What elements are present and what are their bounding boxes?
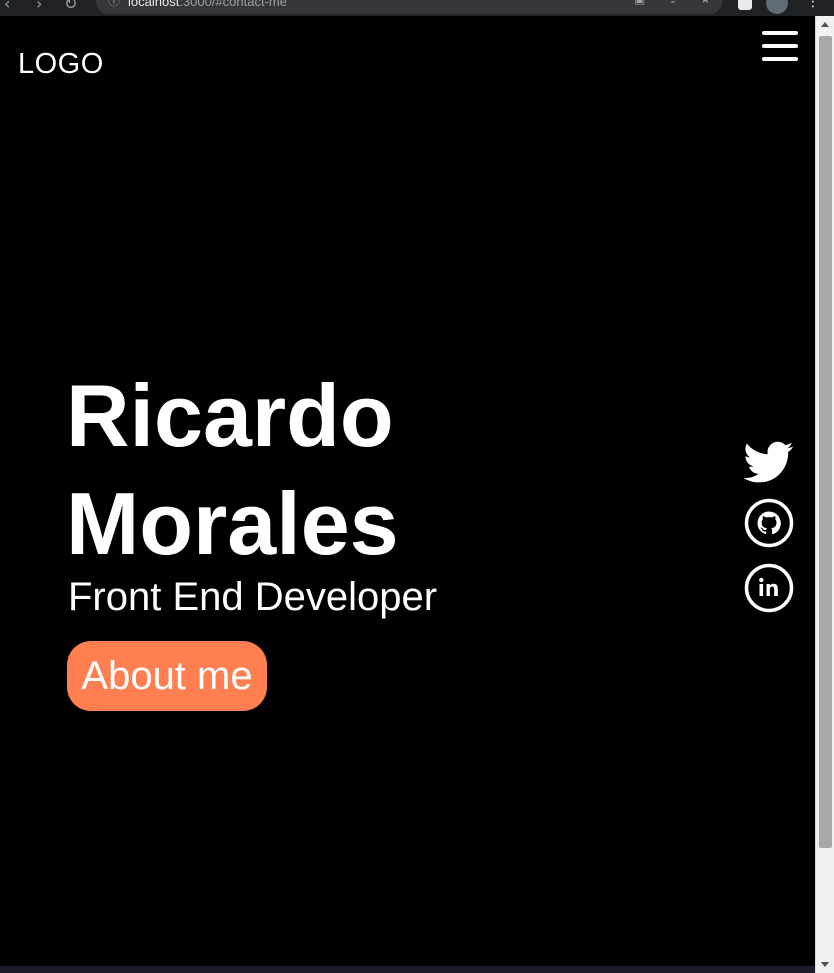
linkedin-icon[interactable] [744,563,794,613]
extension-icon[interactable] [738,0,752,10]
scroll-up-arrow-icon[interactable] [821,22,829,27]
translate-icon[interactable]: ▣ [634,0,645,6]
hamburger-menu-icon[interactable] [762,31,798,63]
url-path: :3000/#contact-me [179,0,287,9]
url-host: localhost [128,0,180,9]
page: ‹ › ↻ ⓘ localhost:3000/#contact-me ▣ ⇪ ★… [0,0,834,973]
browser-toolbar: ‹ › ↻ ⓘ localhost:3000/#contact-me ▣ ⇪ ★… [0,0,834,16]
twitter-icon[interactable] [744,437,794,487]
menu-bar-bottom [762,57,798,61]
back-icon[interactable]: ‹ [4,0,10,13]
hero-name: Ricardo Morales [66,362,586,578]
hero-role: Front End Developer [68,575,438,619]
profile-avatar[interactable] [766,0,788,14]
scroll-down-arrow-icon[interactable] [821,962,829,967]
menu-bar-middle [762,44,798,48]
about-me-button[interactable]: About me [67,641,267,711]
site-info-icon[interactable]: ⓘ [108,0,120,9]
hero-name-first: Ricardo [66,366,394,465]
github-icon[interactable] [744,498,794,548]
forward-icon[interactable]: › [36,0,42,13]
scrollbar-thumb[interactable] [819,36,832,848]
url-text: localhost:3000/#contact-me [128,0,287,9]
site-logo[interactable]: LOGO [18,48,104,81]
menu-bar-top [762,31,798,35]
bookmark-star-icon[interactable]: ★ [700,0,711,6]
address-bar[interactable]: ⓘ localhost:3000/#contact-me ▣ ⇪ ★ [96,0,722,14]
share-icon[interactable]: ⇪ [668,0,678,6]
reload-icon[interactable]: ↻ [64,0,77,13]
browser-menu-icon[interactable]: ⋮ [806,0,820,10]
page-scrollbar[interactable] [815,16,834,973]
hero-name-last: Morales [66,474,399,573]
taskbar-fragment [0,966,815,973]
